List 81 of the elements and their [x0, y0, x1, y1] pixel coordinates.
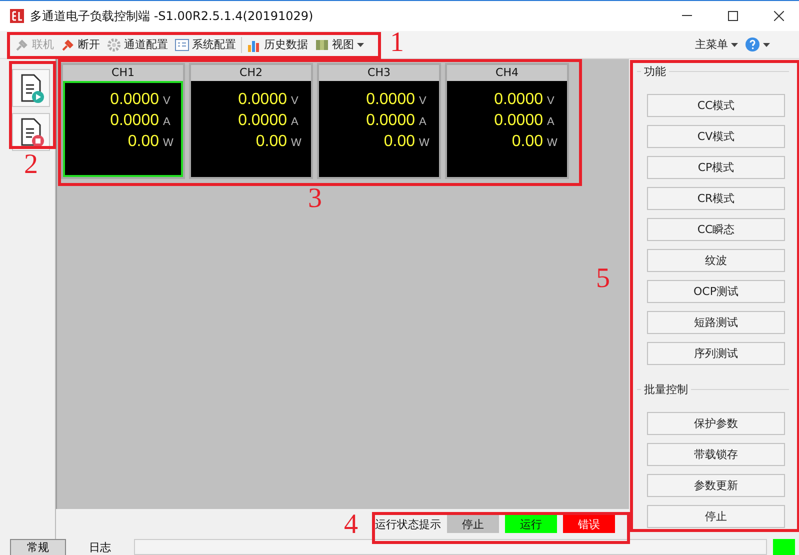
bottom-tab[interactable]: 日志 [72, 539, 128, 555]
bottom-tab[interactable]: 常规 [10, 539, 66, 555]
toolbar-button[interactable]: 通道配置 [105, 37, 170, 52]
unit-label: W [547, 137, 557, 149]
status-indicator: 运行 [505, 515, 557, 533]
group-title: 功能 [641, 64, 669, 79]
status-indicator: 错误 [563, 515, 615, 533]
status-hint-label: 运行状态提示 [375, 516, 441, 532]
unit-label: W [291, 137, 301, 149]
current-value: 0.0000 [110, 112, 159, 130]
power-value: 0.00 [256, 133, 287, 151]
function-button[interactable]: OCP测试 [647, 280, 785, 303]
channel-panel[interactable]: CH3 0.0000 V 0.0000 A 0.00 W [317, 63, 441, 179]
window-icon [175, 38, 189, 50]
batch-button[interactable]: 停止 [647, 505, 785, 528]
channel-panel[interactable]: CH1 0.0000 V 0.0000 A 0.00 W [61, 63, 185, 179]
group-title: 批量控制 [641, 382, 691, 397]
current-value: 0.0000 [366, 112, 415, 130]
channel-header: CH2 [191, 65, 311, 81]
batch-button[interactable]: 参数更新 [647, 474, 785, 497]
help-icon [745, 37, 760, 52]
window-title: 多通道电子负载控制端 -S1.00R2.5.1.4(20191029) [30, 8, 314, 24]
channel-header: CH4 [447, 65, 567, 81]
stop-button[interactable] [12, 113, 50, 151]
main-menu-button[interactable]: 主菜单 [693, 37, 740, 52]
toolbar-button[interactable]: 断开 [59, 37, 102, 52]
function-button[interactable]: 序列测试 [647, 342, 785, 365]
unit-label: A [419, 116, 428, 128]
gear-icon [107, 38, 121, 52]
toolbar-button[interactable]: 历史数据 [245, 37, 310, 52]
status-indicator: 停止 [447, 515, 499, 533]
unit-label: V [291, 95, 300, 107]
unit-label: A [291, 116, 300, 128]
function-button[interactable]: CV模式 [647, 125, 785, 148]
power-value: 0.00 [128, 133, 159, 151]
power-value: 0.00 [512, 133, 543, 151]
minimize-icon [682, 15, 692, 17]
batch-button[interactable]: 带载锁存 [647, 443, 785, 466]
columns-icon [315, 38, 329, 52]
channel-panel[interactable]: CH2 0.0000 V 0.0000 A 0.00 W [189, 63, 313, 179]
start-button[interactable] [12, 69, 50, 107]
annotation-number: 4 [344, 511, 358, 539]
unit-label: V [547, 95, 556, 107]
channel-panel[interactable]: CH4 0.0000 V 0.0000 A 0.00 W [445, 63, 569, 179]
power-value: 0.00 [384, 133, 415, 151]
voltage-value: 0.0000 [366, 91, 415, 109]
plug-icon [61, 38, 75, 52]
voltage-value: 0.0000 [238, 91, 287, 109]
unit-label: W [419, 137, 429, 149]
function-button[interactable]: 纹波 [647, 249, 785, 272]
batch-button[interactable]: 保护参数 [647, 412, 785, 435]
toolbar-button[interactable]: 视图 [313, 37, 366, 52]
voltage-value: 0.0000 [494, 91, 543, 109]
annotation-number: 2 [24, 151, 38, 179]
caret-icon [357, 42, 364, 46]
function-button[interactable]: CC瞬态 [647, 218, 785, 241]
function-button[interactable]: CC模式 [647, 94, 785, 117]
toolbar-button[interactable]: 系统配置 [173, 37, 238, 52]
app-logo-icon [10, 9, 24, 23]
unit-label: W [163, 137, 173, 149]
help-button[interactable] [743, 37, 772, 52]
maximize-icon [728, 11, 738, 21]
function-button[interactable]: CP模式 [647, 156, 785, 179]
channel-header: CH1 [63, 65, 183, 81]
unit-label: V [419, 95, 428, 107]
function-button[interactable]: CR模式 [647, 187, 785, 210]
voltage-value: 0.0000 [110, 91, 159, 109]
unit-label: A [163, 116, 172, 128]
unit-label: V [163, 95, 172, 107]
annotation-number: 3 [308, 185, 322, 213]
annotation-number: 1 [390, 29, 404, 57]
caret-icon [731, 42, 738, 46]
current-value: 0.0000 [238, 112, 287, 130]
annotation-number: 5 [596, 265, 610, 293]
current-value: 0.0000 [494, 112, 543, 130]
channel-header: CH3 [319, 65, 439, 81]
unit-label: A [547, 116, 556, 128]
plug-icon [15, 38, 29, 52]
function-button[interactable]: 短路测试 [647, 311, 785, 334]
close-icon [774, 11, 784, 21]
caret-icon [763, 42, 770, 46]
